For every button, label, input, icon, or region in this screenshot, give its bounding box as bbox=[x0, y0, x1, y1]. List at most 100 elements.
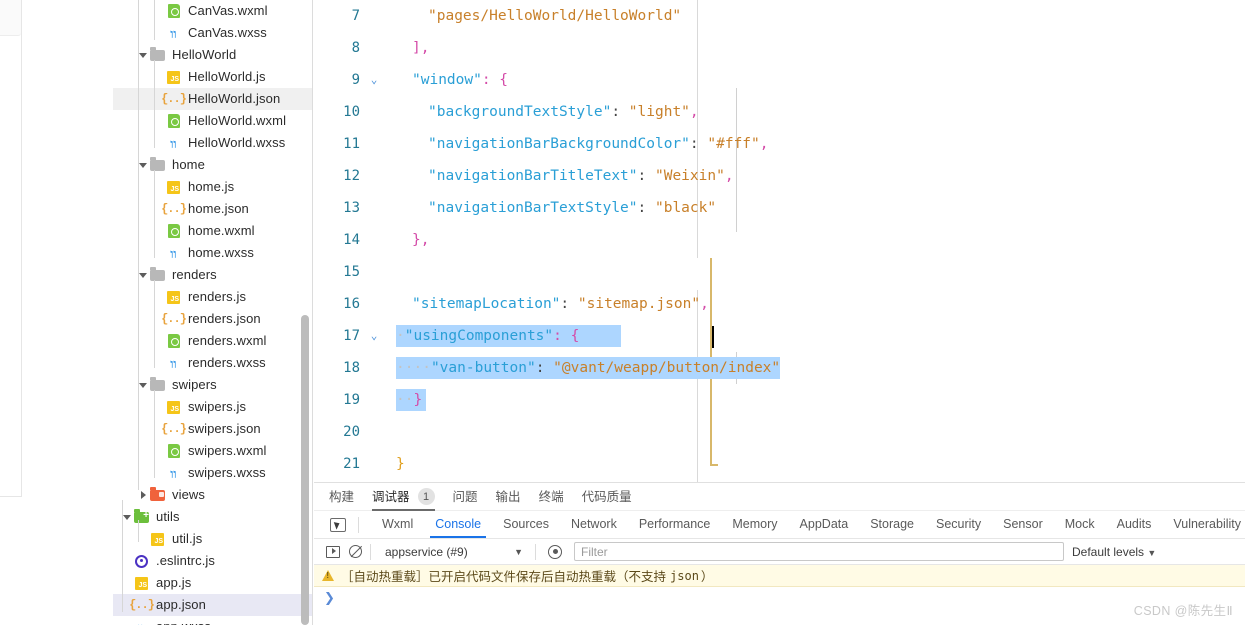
js-file-icon: JS bbox=[167, 70, 180, 84]
devtools-tab-5[interactable]: 代码质量 bbox=[582, 483, 632, 511]
code-editor[interactable]: 7 "pages/HelloWorld/HelloWorld" 8 ], 9 ⌄… bbox=[314, 0, 1245, 482]
console-filter-input[interactable] bbox=[581, 544, 1057, 559]
console-filter-box[interactable] bbox=[574, 542, 1064, 561]
devtools-subtab-security[interactable]: Security bbox=[925, 511, 992, 538]
devtools-subtab-network[interactable]: Network bbox=[560, 511, 628, 538]
tree-item-swipers-wxss[interactable]: װ swipers.wxss bbox=[113, 462, 312, 484]
token-whitespace-dot: · bbox=[396, 328, 405, 344]
code-line-selected[interactable]: 18 ····"van-button": "@vant/weapp/button… bbox=[314, 352, 1245, 384]
console-levels-select[interactable]: Default levels ▼ bbox=[1072, 545, 1164, 559]
tree-item-helloworld-js[interactable]: JS HelloWorld.js bbox=[113, 66, 312, 88]
code-line[interactable]: 12 "navigationBarTitleText": "Weixin", bbox=[314, 160, 1245, 192]
code-line-selected[interactable]: 17 ⌄ ·"usingComponents": { bbox=[314, 320, 1245, 352]
code-line[interactable]: 16 "sitemapLocation": "sitemap.json", bbox=[314, 288, 1245, 320]
devtools-subtab-sources[interactable]: Sources bbox=[492, 511, 560, 538]
tree-item-swipers-js[interactable]: JS swipers.js bbox=[113, 396, 312, 418]
devtools-subtab-vulnerability[interactable]: Vulnerability bbox=[1162, 511, 1245, 538]
tree-item-renders[interactable]: renders bbox=[113, 264, 312, 286]
tree-item-canvas-wxml[interactable]: CanVas.wxml bbox=[113, 0, 312, 22]
token-comma: , bbox=[759, 136, 769, 152]
fold-chevron-down-icon[interactable]: ⌄ bbox=[366, 320, 382, 352]
tree-guide-utils-child bbox=[138, 520, 139, 542]
token-key: "usingComponents" bbox=[404, 328, 554, 344]
tree-item-helloworld[interactable]: HelloWorld bbox=[113, 44, 312, 66]
explorer-scrollbar[interactable] bbox=[301, 315, 309, 625]
devtools-subtab-console[interactable]: Console bbox=[424, 511, 492, 538]
devtools-sub-tabs[interactable]: Wxml Console Sources Network Performance Memo… bbox=[314, 511, 1245, 539]
console-toolbar[interactable]: appservice (#9) ▼ Default levels ▼ bbox=[314, 539, 1245, 565]
tree-item-swipers-json[interactable]: {..} swipers.json bbox=[113, 418, 312, 440]
devtools-subtab-appdata[interactable]: AppData bbox=[789, 511, 860, 538]
devtools-subtab-storage[interactable]: Storage bbox=[859, 511, 925, 538]
tree-item-helloworld-wxss[interactable]: װ HelloWorld.wxss bbox=[113, 132, 312, 154]
tree-item-home-json[interactable]: {..} home.json bbox=[113, 198, 312, 220]
inspect-element-icon[interactable] bbox=[330, 517, 346, 532]
devtools-subtab-wxml[interactable]: Wxml bbox=[371, 511, 424, 538]
code-line[interactable]: 11 "navigationBarBackgroundColor": "#fff… bbox=[314, 128, 1245, 160]
code-line[interactable]: 7 "pages/HelloWorld/HelloWorld" bbox=[314, 0, 1245, 32]
wxss-file-icon: װ bbox=[170, 25, 177, 41]
devtools-subtab-label: Mock bbox=[1064, 517, 1095, 531]
wxml-file-icon bbox=[167, 114, 180, 128]
devtools-subtab-audits[interactable]: Audits bbox=[1106, 511, 1163, 538]
toggle-sidebar-button[interactable] bbox=[322, 541, 344, 563]
tree-item-label: app.wxss bbox=[156, 616, 211, 625]
code-line-selected[interactable]: 19 ··} bbox=[314, 384, 1245, 416]
code-line[interactable]: 8 ], bbox=[314, 32, 1245, 64]
tree-item-swipers[interactable]: swipers bbox=[113, 374, 312, 396]
devtools-tab-2[interactable]: 问题 bbox=[453, 483, 478, 511]
tree-item-eslintrc-js[interactable]: .eslintrc.js bbox=[113, 550, 312, 572]
devtools-tab-0[interactable]: 构建 bbox=[329, 483, 354, 511]
tree-item-app-wxss[interactable]: װ app.wxss bbox=[113, 616, 312, 625]
code-text: } bbox=[382, 456, 1245, 472]
devtools-subtab-performance[interactable]: Performance bbox=[628, 511, 722, 538]
console-context-select[interactable]: appservice (#9) ▼ bbox=[377, 542, 527, 562]
tree-item-renders-wxss[interactable]: װ renders.wxss bbox=[113, 352, 312, 374]
tree-item-helloworld-wxml[interactable]: HelloWorld.wxml bbox=[113, 110, 312, 132]
code-line[interactable]: 15 bbox=[314, 256, 1245, 288]
code-line[interactable]: 13 "navigationBarTextStyle": "black" bbox=[314, 192, 1245, 224]
code-line[interactable]: 21 } bbox=[314, 448, 1245, 480]
chevron-down-icon: ▼ bbox=[514, 546, 523, 557]
code-line[interactable]: 10 "backgroundTextStyle": "light", bbox=[314, 96, 1245, 128]
clear-icon bbox=[348, 545, 362, 558]
tree-item-home-wxml[interactable]: home.wxml bbox=[113, 220, 312, 242]
devtools-tab-1[interactable]: 调试器 1 bbox=[372, 483, 435, 511]
tree-item-label: home.js bbox=[188, 179, 235, 194]
tree-item-util-js[interactable]: JS util.js bbox=[113, 528, 312, 550]
file-icon-wrap: װ bbox=[165, 135, 182, 152]
console-warning-row[interactable]: ［自动热重载］已开启代码文件保存后自动热重载（不支持 json ） bbox=[314, 565, 1245, 587]
fold-chevron-down-icon[interactable]: ⌄ bbox=[366, 64, 382, 96]
tree-item-swipers-wxml[interactable]: swipers.wxml bbox=[113, 440, 312, 462]
code-line[interactable]: 14 }, bbox=[314, 224, 1245, 256]
tree-item-renders-json[interactable]: {..} renders.json bbox=[113, 308, 312, 330]
token-key: "van-button" bbox=[430, 360, 536, 376]
devtools-tab-4[interactable]: 终端 bbox=[539, 483, 564, 511]
file-tree[interactable]: CanVas.wxml װ CanVas.wxss HelloWorld JS Hello… bbox=[113, 0, 312, 625]
devtools-subtab-memory[interactable]: Memory bbox=[721, 511, 788, 538]
tree-item-renders-js[interactable]: JS renders.js bbox=[113, 286, 312, 308]
tree-item-helloworld-json[interactable]: {..} HelloWorld.json bbox=[113, 88, 312, 110]
tree-item-app-js[interactable]: JS app.js bbox=[113, 572, 312, 594]
tree-item-app-json[interactable]: {..} app.json bbox=[113, 594, 312, 616]
tree-item-home[interactable]: home bbox=[113, 154, 312, 176]
tree-item-home-js[interactable]: JS home.js bbox=[113, 176, 312, 198]
devtools-subtab-sensor[interactable]: Sensor bbox=[992, 511, 1054, 538]
console-settings-button[interactable] bbox=[544, 541, 566, 563]
devtools-primary-tabs[interactable]: 构建 调试器 1 问题 输出 终端 代码质量 bbox=[314, 483, 1245, 511]
devtools-subtab-mock[interactable]: Mock bbox=[1054, 511, 1106, 538]
tree-item-canvas-wxss[interactable]: װ CanVas.wxss bbox=[113, 22, 312, 44]
devtools-subtab-label: Wxml bbox=[382, 517, 414, 531]
devtools-tab-3[interactable]: 输出 bbox=[496, 483, 521, 511]
tree-item-utils[interactable]: utils bbox=[113, 506, 312, 528]
tree-item-views[interactable]: views bbox=[113, 484, 312, 506]
tree-item-label: views bbox=[172, 487, 206, 502]
tree-item-home-wxss[interactable]: װ home.wxss bbox=[113, 242, 312, 264]
tree-item-renders-wxml[interactable]: renders.wxml bbox=[113, 330, 312, 352]
console-output[interactable]: ［自动热重载］已开启代码文件保存后自动热重载（不支持 json ） ❯ bbox=[314, 565, 1245, 609]
code-line[interactable]: 20 bbox=[314, 416, 1245, 448]
file-explorer[interactable]: CanVas.wxml װ CanVas.wxss HelloWorld JS Hello… bbox=[113, 0, 313, 625]
console-input-prompt[interactable]: ❯ bbox=[314, 587, 1245, 609]
code-line[interactable]: 9 ⌄ "window": { bbox=[314, 64, 1245, 96]
clear-console-button[interactable] bbox=[344, 541, 366, 563]
